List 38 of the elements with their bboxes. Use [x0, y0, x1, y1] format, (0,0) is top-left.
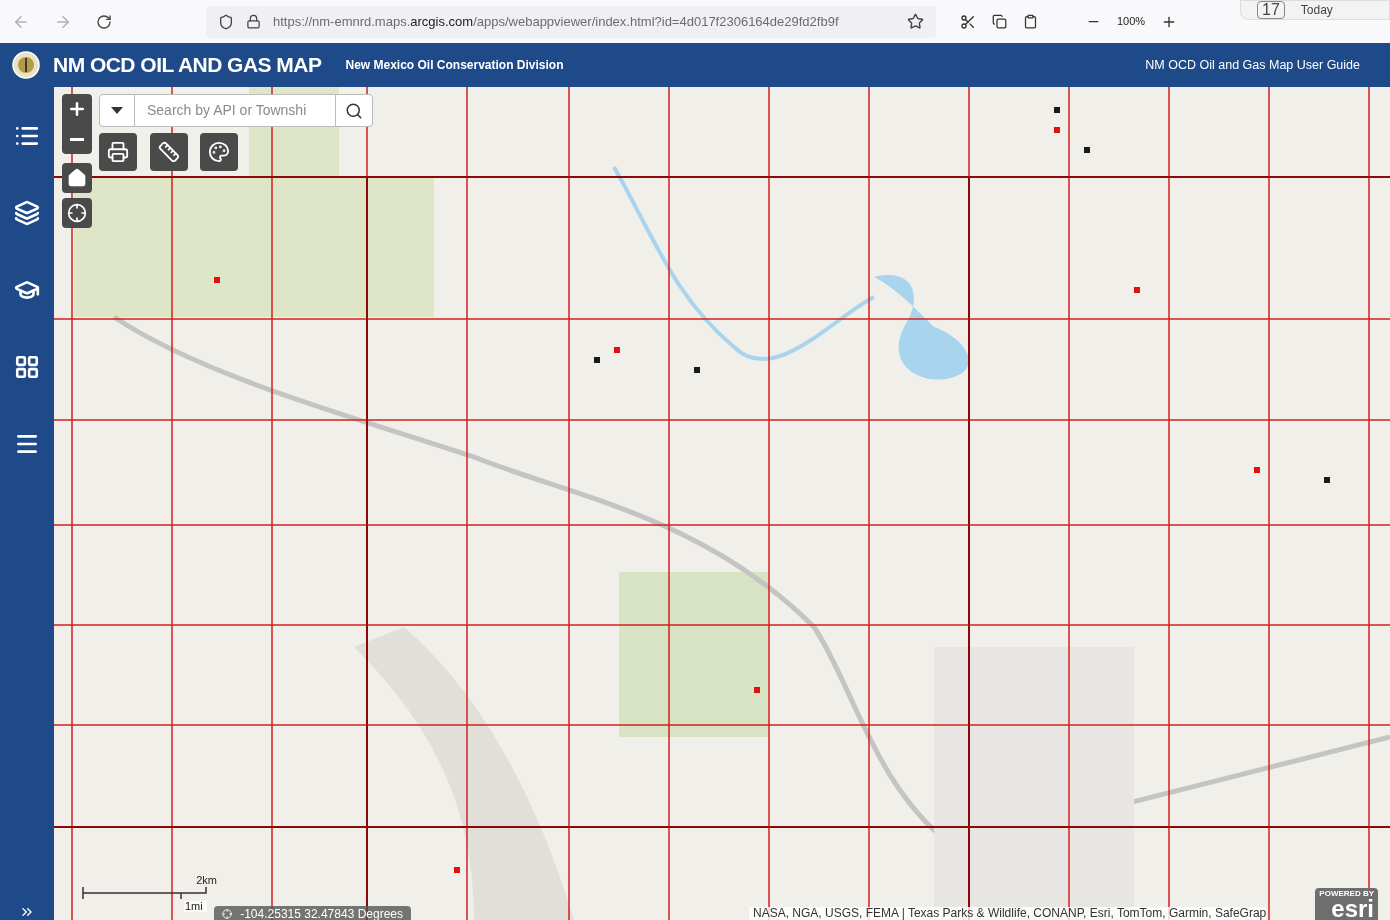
plus-icon: [67, 99, 87, 119]
palette-icon: [208, 141, 230, 163]
search-icon[interactable]: [345, 101, 363, 120]
clipboard-icon[interactable]: [1023, 14, 1038, 29]
scissors-icon[interactable]: [960, 13, 976, 30]
crosshair-icon: [67, 203, 87, 223]
palette-button[interactable]: [200, 133, 238, 171]
measure-button[interactable]: [150, 133, 188, 171]
lock-icon: [246, 14, 261, 29]
print-button[interactable]: [99, 133, 137, 171]
url-text: https://nm-emnrd.maps.arcgis.com/apps/webappviewer/index.html?id=4d017f2306164de29fd2fb9f: [273, 12, 840, 31]
reload-icon[interactable]: [96, 13, 112, 30]
shield-icon: [218, 13, 234, 30]
user-guide-link[interactable]: NM OCD Oil and Gas Map User Guide: [1145, 55, 1360, 75]
app-title: NM OCD OIL AND GAS MAP: [53, 52, 322, 79]
calendar-label: Today: [1300, 2, 1333, 19]
zoom-level: 100%: [1117, 14, 1146, 30]
app-subtitle: New Mexico Oil Conservation Division: [345, 57, 564, 74]
locate-crosshair-icon[interactable]: [222, 908, 233, 920]
bookmark-star-icon[interactable]: [907, 13, 924, 30]
home-button[interactable]: [62, 163, 92, 193]
attribution-text: NASA, NGA, USGS, FEMA | Texas Parks & Wildlife, CONANP, Esri, TomTom, Garmin, SafeGrap: [749, 907, 1267, 920]
home-icon: [67, 168, 87, 188]
scale-metric-label: 2km: [196, 875, 217, 886]
coordinates-text: -104.25315 32.47843 Degrees: [240, 906, 403, 920]
locate-button[interactable]: [62, 198, 92, 228]
printer-icon: [107, 141, 129, 163]
scale-imperial-label: 1mi: [184, 901, 207, 912]
dropdown-caret-icon[interactable]: [111, 106, 123, 115]
search-field[interactable]: Search by API or Townshi: [99, 94, 373, 127]
minus-icon: [70, 137, 84, 141]
scale-bar-icon: [82, 886, 207, 900]
ruler-icon: [158, 141, 180, 163]
copy-icon[interactable]: [992, 14, 1007, 29]
calendar-day: 17: [1257, 1, 1285, 19]
esri-logo: POWERED BY esri: [1315, 888, 1378, 920]
search-input[interactable]: Search by API or Townshi: [135, 100, 335, 121]
address-bar[interactable]: https://nm-emnrd.maps.arcgis.com/apps/webappviewer/index.html?id=4d017f2306164de29fd2fb9f: [206, 5, 936, 38]
